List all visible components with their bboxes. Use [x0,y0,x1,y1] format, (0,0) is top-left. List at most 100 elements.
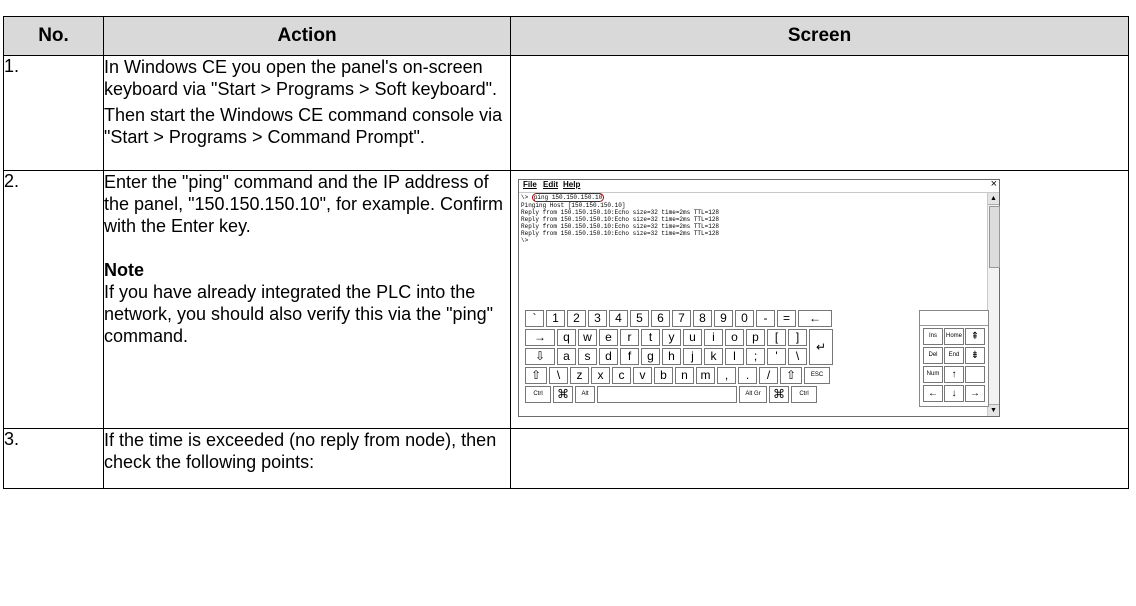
keyboard-key[interactable]: Alt [575,386,595,403]
keyboard-key[interactable]: r [620,329,639,346]
keyboard-key[interactable]: ← [798,310,832,327]
keypad-key[interactable] [965,366,985,383]
keyboard-key[interactable]: o [725,329,744,346]
header-no: No. [3,16,104,56]
keyboard-key[interactable]: Alt Gr [739,386,767,403]
keyboard-key[interactable]: / [759,367,778,384]
keyboard-key[interactable]: ⇧ [780,367,802,384]
keyboard-key[interactable]: \ [788,348,807,365]
keyboard-key[interactable]: a [557,348,576,365]
note-heading: Note [104,260,144,280]
keyboard-key[interactable]: 9 [714,310,733,327]
action-text: Then start the Windows CE command consol… [104,105,503,147]
table-row: 3. If the time is exceeded (no reply fro… [3,428,1129,489]
console-line: Reply from 150.150.150.10:Echo size=32 t… [521,209,720,216]
step-number: 2. [3,170,104,429]
keypad-key[interactable]: ↓ [944,385,964,402]
keyboard-key[interactable]: g [641,348,660,365]
keyboard-key[interactable]: s [578,348,597,365]
header-screen: Screen [510,16,1129,56]
keypad-key[interactable]: Num [923,366,943,383]
keyboard-key[interactable]: t [641,329,660,346]
console-line: Reply from 150.150.150.10:Echo size=32 t… [521,216,720,223]
ping-command-highlight: ping 150.150.150.10 [531,193,605,202]
keypad-key[interactable]: ↑ [944,366,964,383]
menu-help[interactable]: Help [563,180,580,189]
keypad-key[interactable]: Home [944,328,964,345]
keyboard-key[interactable]: b [654,367,673,384]
keyboard-key[interactable]: 5 [630,310,649,327]
keyboard-key[interactable]: 6 [651,310,670,327]
keyboard-key[interactable]: i [704,329,723,346]
console-output: \> ping 150.150.150.10 Pinging Host [150… [521,193,719,244]
keyboard-key[interactable] [597,386,737,403]
keyboard-key[interactable]: ' [767,348,786,365]
keyboard-key[interactable]: d [599,348,618,365]
keyboard-key[interactable]: → [525,329,555,346]
keyboard-key[interactable]: Ctrl [525,386,551,403]
header-row: No. Action Screen [3,16,1129,56]
keyboard-key[interactable]: . [738,367,757,384]
step-action: If the time is exceeded (no reply from n… [103,428,511,489]
scroll-thumb[interactable] [989,206,1000,268]
keyboard-key[interactable]: 7 [672,310,691,327]
keypad-key[interactable]: Del [923,347,943,364]
soft-keypad: Ins Home ⇞ Del End ⇟ Num ↑ ← ↓ → [919,310,989,407]
keyboard-key[interactable]: ESC [804,367,830,384]
keyboard-key[interactable]: Ctrl [791,386,817,403]
keyboard-key[interactable]: q [557,329,576,346]
menu-file[interactable]: File [523,180,537,189]
table-row: 2. Enter the "ping" command and the IP a… [3,170,1129,429]
menu-bar: File Edit Help × [519,178,999,193]
keyboard-key[interactable]: , [717,367,736,384]
keyboard-key[interactable]: ⌘ [553,386,573,403]
keyboard-key[interactable]: 3 [588,310,607,327]
keyboard-key[interactable]: k [704,348,723,365]
scroll-up-icon[interactable]: ▲ [988,193,999,205]
keyboard-key[interactable]: u [683,329,702,346]
keyboard-key[interactable]: - [756,310,775,327]
keyboard-key[interactable]: \ [549,367,568,384]
keyboard-key[interactable]: 8 [693,310,712,327]
keyboard-key[interactable]: m [696,367,715,384]
keyboard-key[interactable]: 1 [546,310,565,327]
keyboard-key[interactable]: 4 [609,310,628,327]
keyboard-key[interactable]: p [746,329,765,346]
keyboard-key[interactable]: ⌘ [769,386,789,403]
keyboard-key[interactable]: v [633,367,652,384]
keypad-key[interactable]: ← [923,385,943,402]
keyboard-key[interactable]: ; [746,348,765,365]
keypad-key[interactable]: → [965,385,985,402]
keyboard-key[interactable]: = [777,310,796,327]
keyboard-key[interactable]: n [675,367,694,384]
console-screenshot: File Edit Help × \> ping 150.150.150.10 … [518,178,1000,417]
keyboard-key[interactable]: e [599,329,618,346]
keyboard-key[interactable]: ` [525,310,544,327]
keyboard-key[interactable]: f [620,348,639,365]
keyboard-key[interactable]: c [612,367,631,384]
keypad-key[interactable]: ⇞ [965,328,985,345]
keyboard-key[interactable]: l [725,348,744,365]
keyboard-key[interactable]: ⇧ [525,367,547,384]
keyboard-key[interactable]: h [662,348,681,365]
keyboard-key[interactable]: y [662,329,681,346]
keypad-key[interactable]: End [944,347,964,364]
menu-edit[interactable]: Edit [543,180,558,189]
close-icon[interactable]: × [991,178,997,190]
step-number: 1. [3,55,104,171]
keyboard-key[interactable]: z [570,367,589,384]
keyboard-key[interactable]: ] [788,329,807,346]
keyboard-key[interactable]: j [683,348,702,365]
keypad-key[interactable]: ⇟ [965,347,985,364]
keyboard-key[interactable]: 2 [567,310,586,327]
step-action: In Windows CE you open the panel's on-sc… [103,55,511,171]
keyboard-key[interactable]: x [591,367,610,384]
keyboard-key[interactable]: ↵ [809,329,833,365]
keyboard-key[interactable]: w [578,329,597,346]
scroll-down-icon[interactable]: ▼ [988,404,999,416]
step-screen [510,428,1129,489]
keyboard-key[interactable]: ⇩ [525,348,555,365]
keyboard-key[interactable]: 0 [735,310,754,327]
keypad-key[interactable]: Ins [923,328,943,345]
keyboard-key[interactable]: [ [767,329,786,346]
